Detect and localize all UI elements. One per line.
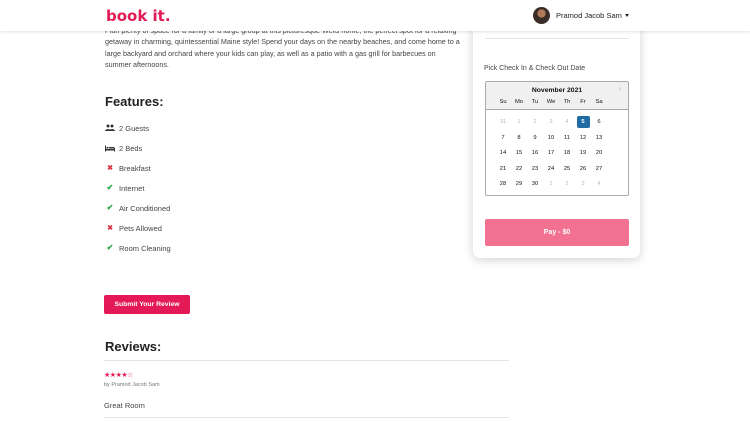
calendar-day[interactable]: 7 [497,132,510,144]
feature-item: 2 Beds [105,142,142,154]
divider [104,417,509,418]
calendar-day[interactable]: 9 [529,132,542,144]
calendar-day[interactable]: 20 [593,147,606,159]
calendar-day[interactable]: 8 [513,132,526,144]
avatar[interactable] [533,6,550,24]
calendar-month: November 2021 [531,87,583,94]
calendar-day[interactable]: 24 [545,163,558,175]
calendar-day[interactable]: 1 [513,116,526,128]
feature-item: ✖ Pets Allowed [105,222,162,234]
feature-label: Internet [119,183,145,193]
calendar-day[interactable]: 10 [545,132,558,144]
calendar-day[interactable]: 22 [513,163,526,175]
feature-item: ✔ Air Conditioned [105,202,171,214]
calendar-weekday: Mo [514,99,524,105]
user-menu[interactable]: Pramod Jacob Sam [533,6,629,24]
user-name[interactable]: Pramod Jacob Sam [556,11,622,20]
calendar-day[interactable]: 17 [545,147,558,159]
calendar-weekday: Sa [595,99,603,105]
feature-label: Breakfast [119,163,151,173]
calendar-day[interactable]: 6 [593,116,606,128]
caret-down-icon[interactable] [624,13,629,17]
feature-label: 2 Beds [119,143,143,153]
calendar-day[interactable]: 11 [561,132,574,144]
feature-item: ✔ Internet [105,182,145,194]
calendar-day[interactable]: 14 [497,147,510,159]
check-icon: ✔ [106,243,114,252]
cross-icon: ✖ [107,224,113,232]
calendar-day[interactable]: 16 [529,147,542,159]
feature-label: Room Cleaning [119,243,171,253]
date-picker-label: Pick Check In & Check Out Date [484,65,586,72]
calendar-day[interactable]: 13 [593,132,606,144]
star-empty-icon: ☆ [127,372,133,379]
calendar-day[interactable]: 31 [497,116,510,128]
calendar-day[interactable]: 30 [529,178,542,190]
users-icon [105,123,115,133]
top-navbar: book it. Pramod Jacob Sam [0,0,750,31]
bed-icon [105,143,115,153]
features-heading: Features: [105,94,164,109]
calendar-header: November 2021 › Su Mo Tu We Th Fr Sa [486,82,628,110]
calendar-day[interactable]: 25 [561,163,574,175]
check-icon: ✔ [106,203,114,212]
calendar-day[interactable]: 23 [529,163,542,175]
divider [485,38,629,39]
feature-label: Air Conditioned [119,203,171,213]
calendar-day[interactable]: 4 [593,178,606,190]
calendar-weekday: Su [499,99,507,105]
calendar-weekday: Fr [580,99,586,105]
calendar-day[interactable]: 29 [513,178,526,190]
review-rating: ★★★★☆ [104,371,133,379]
submit-review-button[interactable]: Submit Your Review [104,295,190,314]
cross-icon: ✖ [107,164,113,172]
feature-label: Pets Allowed [119,223,162,233]
calendar-day[interactable]: 3 [545,116,558,128]
review-comment: Great Room [104,401,145,410]
review-author: by Pramod Jacob Sam [104,382,160,388]
calendar-day[interactable]: 4 [561,116,574,128]
check-icon: ✔ [106,183,114,192]
calendar-day[interactable]: 26 [577,163,590,175]
feature-item: ✔ Room Cleaning [105,242,171,254]
feature-item: ✖ Breakfast [105,162,151,174]
calendar-weekday: We [546,99,556,105]
calendar-weekday: Tu [531,99,539,105]
calendar-day[interactable]: 1 [545,178,558,190]
calendar-day[interactable]: 12 [577,132,590,144]
pay-button[interactable]: Pay - $0 [485,219,629,246]
room-description: Plan plenty of space for a family or a l… [105,26,460,70]
calendar-day[interactable]: 3 [577,178,590,190]
date-picker-calendar: November 2021 › Su Mo Tu We Th Fr Sa 31 1 2 3 4 5 6 7… [485,81,629,196]
calendar-day[interactable]: 21 [497,163,510,175]
calendar-day[interactable]: 19 [577,147,590,159]
calendar-day[interactable]: 15 [513,147,526,159]
calendar-day[interactable]: 28 [497,178,510,190]
calendar-day[interactable]: 2 [561,178,574,190]
reviews-heading: Reviews: [105,339,162,354]
calendar-day[interactable]: 27 [593,163,606,175]
divider [104,360,509,361]
calendar-day[interactable]: 18 [561,147,574,159]
feature-label: 2 Guests [119,123,150,133]
calendar-day[interactable]: 2 [529,116,542,128]
next-month-icon[interactable]: › [618,84,621,93]
calendar-weekday: Th [563,99,571,105]
logo[interactable]: book it. [106,7,171,25]
calendar-day[interactable]: 5 [576,116,590,128]
feature-item: 2 Guests [105,122,149,134]
